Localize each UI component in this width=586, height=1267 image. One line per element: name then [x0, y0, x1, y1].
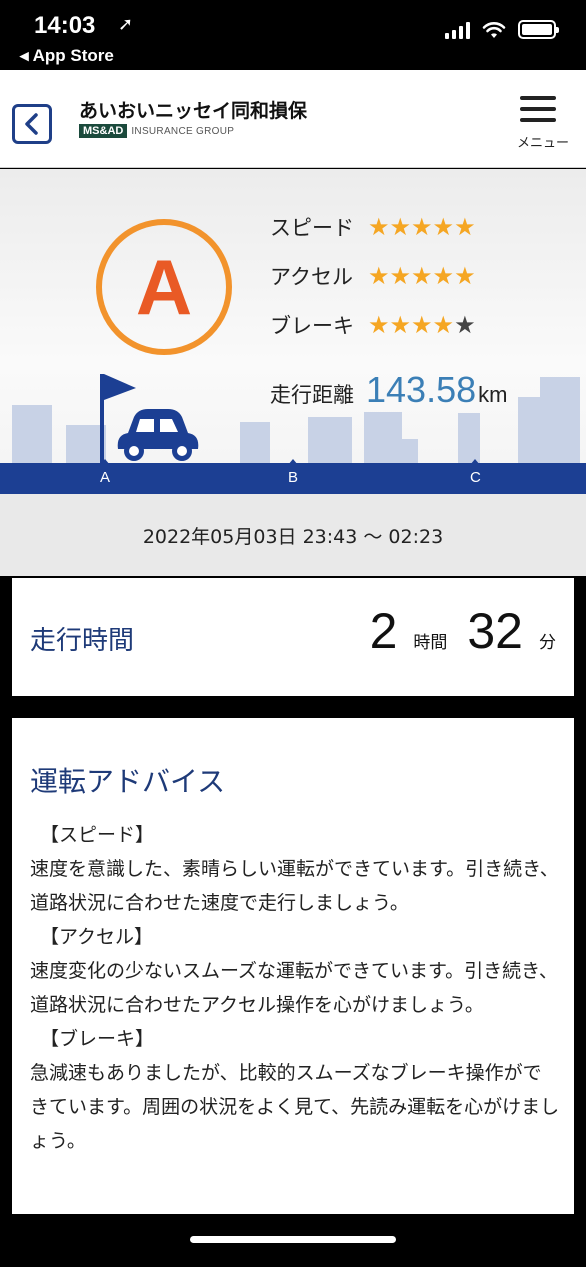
building-shape [540, 377, 580, 463]
advice-text-brake: 急減速もありましたが、比較的スムーズなブレーキ操作ができています。周囲の状況をよ… [30, 1062, 560, 1152]
star-icon: ★ [389, 262, 412, 290]
star-icon: ★ [411, 213, 433, 241]
rating-label: ブレーキ [270, 314, 354, 338]
star-rating: ★★★★★ [368, 215, 476, 239]
advice-title: 運転アドバイス [30, 765, 226, 798]
advice-heading-accel: 【アクセル】 [40, 926, 154, 948]
drive-hours: 2 [369, 603, 398, 659]
road-point-label: B [288, 469, 299, 486]
rating-row-accel: アクセル ★★★★★ [270, 261, 476, 291]
building-shape [458, 413, 480, 463]
signal-icon [445, 21, 470, 39]
brand-logo: MS&AD INSURANCE GROUP [79, 124, 234, 138]
home-indicator[interactable] [190, 1236, 396, 1243]
rating-label: スピード [270, 216, 354, 240]
distance-label: 走行距離 [270, 383, 354, 407]
star-icon: ★ [432, 262, 455, 290]
insurance-group-label: INSURANCE GROUP [131, 125, 235, 137]
star-icon: ★ [411, 311, 433, 339]
road-point-label: A [100, 469, 111, 486]
advice-heading-brake: 【ブレーキ】 [40, 1028, 155, 1050]
star-icon: ★ [368, 213, 390, 241]
menu-label: メニュー [516, 136, 569, 151]
back-button[interactable] [12, 104, 52, 144]
road-marker [470, 459, 480, 465]
score-panel: A スピード ★★★★★ アクセル ★★★★★ ブレーキ ★★★★★ 走行距離 … [0, 169, 586, 494]
drive-minutes-unit: 分 [539, 633, 556, 653]
building-shape [308, 417, 352, 463]
star-icon: ★ [389, 311, 412, 339]
distance-unit: km [478, 382, 508, 407]
hamburger-menu-icon [520, 96, 556, 129]
star-icon: ★ [411, 262, 433, 290]
star-rating: ★★★★★ [368, 264, 476, 288]
wifi-icon [482, 21, 506, 38]
star-icon: ★ [454, 213, 476, 241]
status-indicators [445, 20, 559, 39]
star-rating: ★★★★★ [368, 313, 476, 337]
road-point-label: C [470, 469, 481, 486]
building-shape [12, 405, 52, 463]
advice-heading-speed: 【スピード】 [40, 824, 155, 846]
advice-card: 運転アドバイス 【スピード】 速度を意識した、素晴らしい運転ができています。引き… [12, 718, 574, 1214]
advice-text-speed: 速度を意識した、素晴らしい運転ができています。引き続き、道路状況に合わせた速度で… [30, 858, 559, 914]
rating-label: アクセル [270, 265, 353, 289]
drive-time-card: 走行時間 2 時間 32 分 [12, 578, 574, 696]
brand-name: あいおいニッセイ同和損保 [79, 100, 308, 122]
status-bar: 14:03 ➚ ◂ App Store [0, 0, 586, 70]
road-marker [288, 459, 298, 465]
star-icon: ★ [454, 262, 476, 290]
car-icon [117, 409, 199, 461]
status-time: 14:03 [34, 12, 96, 39]
msad-logo: MS&AD [79, 124, 128, 138]
advice-body: 【スピード】 速度を意識した、素晴らしい運転ができています。引き続き、道路状況に… [30, 818, 560, 1158]
road-marker [100, 459, 110, 465]
star-icon: ★ [432, 311, 455, 339]
date-range: 2022年05月03日 23:43 〜 02:23 [142, 525, 444, 548]
grade-badge: A [96, 219, 232, 355]
star-icon: ★ [389, 213, 412, 241]
advice-text-accel: 速度変化の少ないスムーズな運転ができています。引き続き、道路状況に合わせたアクセ… [30, 960, 558, 1016]
back-to-app-store-link[interactable]: ◂ App Store [20, 46, 114, 66]
building-shape [396, 439, 418, 463]
menu-button[interactable]: メニュー [510, 94, 569, 152]
rating-row-speed: スピード ★★★★★ [270, 212, 476, 242]
rating-row-brake: ブレーキ ★★★★★ [270, 310, 476, 340]
distance-row: 走行距離 143.58 km [270, 369, 507, 411]
distance-value: 143.58 [366, 369, 477, 410]
header-bar: あいおいニッセイ同和損保 MS&AD INSURANCE GROUP メニュー [0, 70, 586, 168]
battery-icon [518, 20, 559, 39]
star-icon: ★ [368, 311, 390, 339]
grade-letter: A [135, 243, 193, 331]
date-range-area: 2022年05月03日 23:43 〜 02:23 [0, 494, 586, 576]
location-arrow-icon: ➚ [118, 14, 134, 35]
back-chevron-icon [25, 113, 38, 135]
star-icon: ★ [454, 311, 476, 339]
drive-time-label: 走行時間 [30, 626, 135, 656]
drive-time-value: 2 時間 32 分 [370, 602, 556, 660]
star-icon: ★ [432, 213, 455, 241]
building-shape [240, 422, 270, 463]
drive-hours-unit: 時間 [413, 633, 448, 653]
drive-minutes: 32 [467, 603, 523, 659]
star-icon: ★ [368, 262, 390, 290]
